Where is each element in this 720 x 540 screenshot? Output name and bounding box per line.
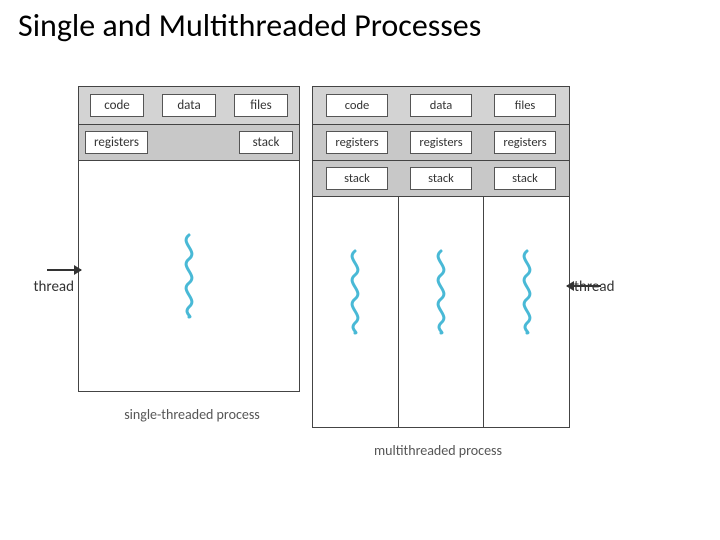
registers-box: registers	[494, 131, 556, 154]
code-box: code	[90, 94, 144, 117]
files-box: files	[494, 94, 556, 117]
thread-squiggle-icon	[515, 249, 539, 335]
arrow-left-icon	[567, 285, 601, 287]
registers-box: registers	[410, 131, 472, 154]
threads-area	[313, 197, 569, 427]
stack-box: stack	[239, 131, 293, 154]
slide-title: Single and Multithreaded Processes	[18, 6, 481, 45]
multi-caption: multithreaded process	[374, 442, 502, 459]
thread-label-right: thread	[570, 278, 640, 296]
thread-label-left: thread	[0, 278, 78, 296]
shared-resources-row: code data files	[79, 87, 299, 125]
data-box: data	[410, 94, 472, 117]
registers-box: registers	[85, 131, 148, 154]
per-thread-resources-row: registers stack	[79, 125, 299, 161]
stack-box: stack	[326, 167, 388, 190]
code-box: code	[326, 94, 388, 117]
thread-squiggle-icon	[429, 249, 453, 335]
stack-row: stack stack stack	[313, 161, 569, 197]
thread-column	[79, 161, 299, 391]
registers-box: registers	[326, 131, 388, 154]
files-box: files	[234, 94, 288, 117]
thread-squiggle-icon	[177, 233, 201, 319]
registers-row: registers registers registers	[313, 125, 569, 161]
thread-squiggle-icon	[343, 249, 367, 335]
thread-column	[399, 197, 485, 427]
thread-column	[484, 197, 569, 427]
threads-area	[79, 161, 299, 391]
diagram-container: thread code data files registers stack	[0, 86, 720, 459]
data-box: data	[162, 94, 216, 117]
thread-column	[313, 197, 399, 427]
stack-box: stack	[410, 167, 472, 190]
arrow-right-icon	[47, 269, 81, 271]
multithreaded-process: code data files registers registers regi…	[312, 86, 570, 428]
single-caption: single-threaded process	[124, 406, 260, 423]
stack-box: stack	[494, 167, 556, 190]
shared-resources-row: code data files	[313, 87, 569, 125]
single-threaded-process: code data files registers stack	[78, 86, 300, 392]
